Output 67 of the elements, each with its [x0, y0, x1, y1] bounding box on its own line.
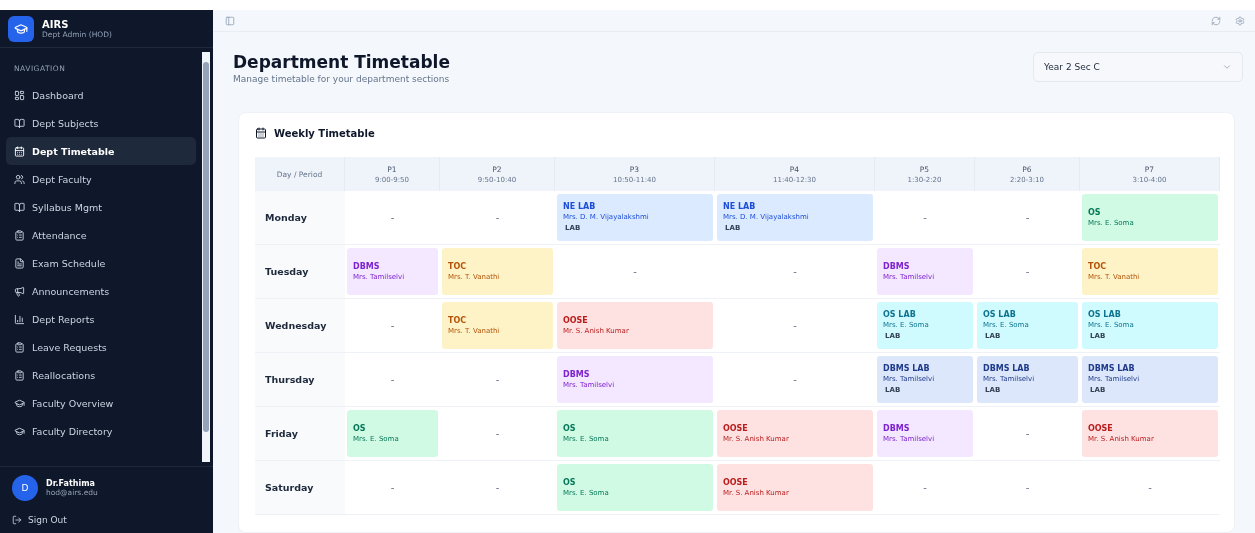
book-icon: [14, 117, 25, 129]
empty-slot: -: [495, 374, 500, 385]
empty-slot: -: [923, 212, 927, 223]
nav-item[interactable]: Exam Schedule: [6, 249, 196, 277]
clipboard-icon: [14, 341, 25, 353]
day-label: Saturday: [255, 461, 345, 515]
empty-slot: -: [495, 428, 500, 439]
page-title: Department Timetable: [233, 52, 450, 72]
empty-slot: -: [1148, 482, 1152, 493]
nav-item[interactable]: Dashboard: [6, 81, 196, 109]
empty-slot: -: [633, 266, 637, 277]
calendar-icon: [255, 127, 267, 139]
nav-item[interactable]: Faculty Overview: [6, 389, 196, 417]
nav-item[interactable]: Dept Subjects: [6, 109, 196, 137]
nav-item[interactable]: Dept Timetable: [6, 137, 196, 165]
day-label: Tuesday: [255, 245, 345, 299]
chevron-down-icon: [1222, 62, 1232, 72]
user-avatar: D: [12, 475, 38, 501]
empty-slot: -: [1025, 428, 1030, 439]
day-label: Thursday: [255, 353, 345, 407]
nav-item[interactable]: Dept Faculty: [6, 165, 196, 193]
sign-out-button[interactable]: Sign Out: [12, 515, 201, 525]
nav-item[interactable]: Faculty Directory: [6, 417, 196, 445]
nav-item[interactable]: Reallocations: [6, 361, 196, 389]
dashboard-icon: [14, 89, 25, 101]
empty-slot: -: [923, 482, 927, 493]
app-name: AIRS: [42, 18, 70, 30]
settings-icon[interactable]: [1235, 15, 1245, 26]
user-name: Dr.Fathima: [46, 479, 96, 488]
empty-slot: -: [793, 320, 797, 331]
nav-item[interactable]: Syllabus Mgmt: [6, 193, 196, 221]
graduation-cap-icon: [14, 397, 25, 409]
day-label: Wednesday: [255, 299, 345, 353]
book-icon: [14, 201, 25, 213]
empty-slot: -: [1025, 212, 1030, 223]
empty-slot: -: [793, 266, 797, 277]
nav-item[interactable]: Dept Reports: [6, 305, 196, 333]
scrollbar[interactable]: [202, 52, 210, 462]
users-icon: [14, 173, 25, 185]
logo-icon: [8, 15, 34, 42]
section-select[interactable]: Year 2 Sec C: [1033, 52, 1243, 82]
empty-slot: -: [1025, 266, 1030, 277]
empty-slot: -: [390, 320, 395, 331]
sign-out-icon: [12, 515, 22, 525]
refresh-icon[interactable]: [1211, 15, 1221, 26]
empty-slot: -: [390, 482, 395, 493]
empty-slot: -: [1025, 482, 1030, 493]
clipboard-icon: [14, 229, 25, 241]
card-title: Weekly Timetable: [274, 127, 375, 139]
nav-item[interactable]: Attendance: [6, 221, 196, 249]
graduation-cap-icon: [14, 425, 25, 437]
empty-slot: -: [495, 212, 500, 223]
empty-slot: -: [495, 482, 500, 493]
empty-slot: -: [390, 374, 395, 385]
sidebar-toggle-icon[interactable]: [225, 15, 235, 26]
nav-item[interactable]: Leave Requests: [6, 333, 196, 361]
page-subtitle: Manage timetable for your department sections: [233, 74, 450, 84]
calendar-icon: [14, 145, 25, 157]
clipboard-icon: [14, 369, 25, 381]
day-label: Monday: [255, 191, 345, 245]
empty-slot: -: [793, 374, 797, 385]
megaphone-icon: [14, 285, 25, 297]
bar-chart-icon: [14, 313, 25, 325]
day-label: Friday: [255, 407, 345, 461]
empty-slot: -: [390, 212, 395, 223]
document-icon: [14, 257, 25, 269]
nav-item[interactable]: Announcements: [6, 277, 196, 305]
